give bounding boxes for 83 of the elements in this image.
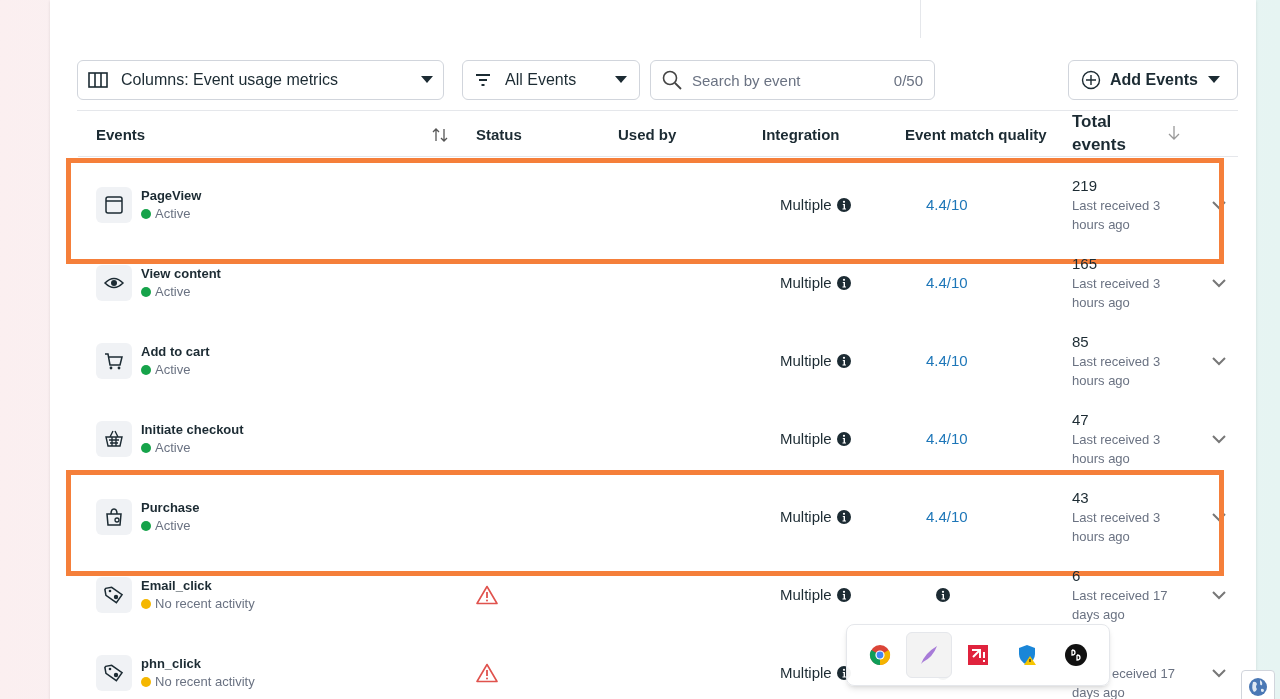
total-count: 219: [1072, 176, 1099, 196]
chevron-down-icon[interactable]: [1212, 512, 1226, 522]
info-icon[interactable]: [936, 588, 950, 602]
integration-value: Multiple: [780, 584, 832, 605]
event-name[interactable]: View content: [141, 265, 221, 283]
match-quality-link[interactable]: 4.4/10: [926, 349, 968, 373]
chevron-down-icon[interactable]: [1212, 356, 1226, 366]
tag-icon: [103, 662, 125, 684]
speaker-logo-icon: [1064, 643, 1089, 667]
chevron-down-icon[interactable]: [1212, 278, 1226, 288]
info-icon[interactable]: [836, 588, 851, 602]
chevron-down-icon[interactable]: [1212, 434, 1226, 444]
column-header[interactable]: Events: [96, 123, 146, 147]
basket-icon: [103, 428, 125, 450]
event-status: Active: [155, 205, 191, 223]
total-count: 47: [1072, 410, 1090, 430]
chevron-down-icon[interactable]: [1212, 668, 1226, 678]
total-count: 43: [1072, 488, 1090, 508]
column-header[interactable]: Event match quality: [905, 126, 1047, 143]
caret-icon: [615, 76, 627, 84]
match-quality-link[interactable]: 4.4/10: [926, 427, 968, 451]
columns-icon: [88, 72, 108, 88]
event-name[interactable]: Add to cart: [141, 343, 210, 361]
event-name[interactable]: PageView: [141, 187, 202, 205]
column-header[interactable]: Integration: [762, 126, 840, 143]
globe-icon: [1248, 677, 1268, 697]
last-received-text: Last received 3 hours ago: [1072, 197, 1162, 234]
match-quality-link[interactable]: 4.4/10: [926, 193, 968, 217]
integration-value: Multiple: [780, 428, 832, 449]
event-status: Active: [155, 283, 191, 301]
chevron-down-icon[interactable]: [1212, 590, 1226, 600]
last-received-text: Last received 17 days ago: [1072, 587, 1169, 624]
info-icon[interactable]: [836, 432, 851, 446]
browser-window-icon: [103, 194, 125, 216]
sort-down-icon: [1168, 125, 1180, 141]
cart-icon: [103, 350, 125, 372]
filter-icon: [475, 74, 491, 86]
event-status: Active: [155, 361, 191, 379]
globe-button[interactable]: [1241, 670, 1275, 699]
bag-icon: [103, 506, 125, 528]
match-quality-link[interactable]: 4.4/10: [926, 505, 968, 529]
last-received-text: Last received 3 hours ago: [1072, 275, 1162, 312]
tag-icon: [103, 584, 125, 606]
sort-icon: [432, 128, 448, 142]
chrome-icon: [867, 643, 892, 667]
event-status: Active: [155, 439, 191, 457]
event-status: No recent activity: [155, 673, 255, 691]
last-received-text: Last received 3 hours ago: [1072, 353, 1162, 390]
info-icon[interactable]: [836, 510, 851, 524]
event-name[interactable]: Purchase: [141, 499, 200, 517]
info-icon[interactable]: [836, 198, 851, 212]
total-count: 6: [1072, 566, 1082, 586]
last-received-text: Last received 3 hours ago: [1072, 509, 1162, 546]
event-name[interactable]: Email_click: [141, 577, 255, 595]
chevron-down-icon[interactable]: [1212, 200, 1226, 210]
event-status: No recent activity: [155, 595, 255, 613]
event-name[interactable]: Initiate checkout: [141, 421, 244, 439]
total-count: 165: [1072, 254, 1099, 274]
filter-dropdown[interactable]: All Events: [462, 60, 640, 100]
integration-value: Multiple: [780, 350, 832, 371]
column-header[interactable]: Total events: [1072, 110, 1132, 156]
search-icon: [662, 70, 682, 90]
info-icon[interactable]: [836, 354, 851, 368]
character-counter: 0/50: [893, 71, 923, 91]
add-events-button[interactable]: Add Events: [1068, 60, 1238, 100]
columns-dropdown[interactable]: Columns: Event usage metrics: [77, 60, 444, 100]
column-header[interactable]: Status: [476, 126, 522, 143]
match-quality-link[interactable]: 4.4/10: [926, 271, 968, 295]
plus-circle-icon: [1081, 70, 1101, 90]
total-count: 85: [1072, 332, 1090, 352]
info-icon[interactable]: [836, 276, 851, 290]
last-received-text: eceived 17 days ago: [1072, 665, 1176, 699]
last-received-text: Last received 3 hours ago: [1072, 431, 1162, 468]
event-status: Active: [155, 517, 191, 535]
event-name[interactable]: phn_click: [141, 655, 255, 673]
integration-value: Multiple: [780, 662, 832, 683]
column-header[interactable]: Used by: [618, 126, 677, 143]
app-logo-icon: [965, 643, 990, 667]
integration-value: Multiple: [780, 194, 832, 215]
integration-value: Multiple: [780, 272, 832, 293]
caret-icon: [421, 76, 433, 84]
caret-icon: [1208, 76, 1220, 84]
integration-value: Multiple: [780, 506, 832, 527]
